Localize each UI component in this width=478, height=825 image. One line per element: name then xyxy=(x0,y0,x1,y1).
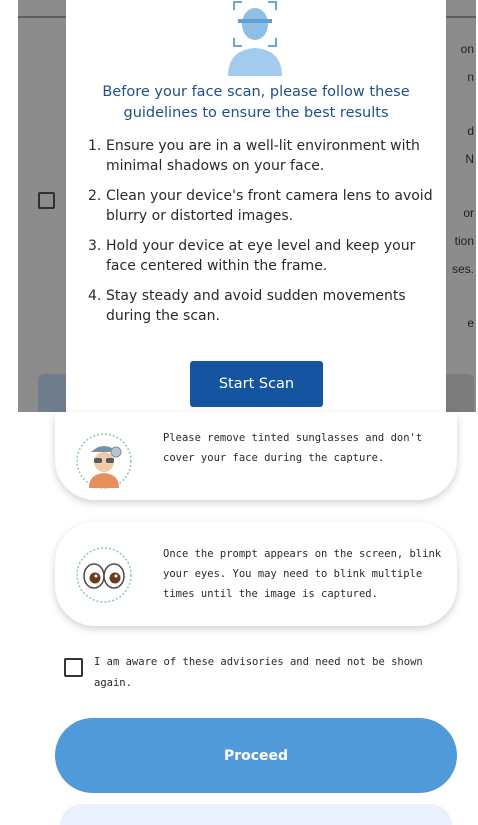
acknowledge-label: I am aware of these advisories and need … xyxy=(94,656,423,689)
background-text-fragment: or xyxy=(463,206,474,220)
guidelines-list: 1. Ensure you are in a well-lit environm… xyxy=(88,136,438,336)
guideline-text: Clean your device's front camera lens to… xyxy=(106,188,433,224)
advisory-text: Once the prompt appears on the screen, b… xyxy=(163,548,442,600)
modal-title: Before your face scan, please follow the… xyxy=(66,82,446,124)
advisory-text: Please remove tinted sunglasses and don'… xyxy=(163,432,423,464)
face-scan-icon xyxy=(228,1,282,76)
background-checkbox xyxy=(38,192,55,209)
background-text-fragment: ses. xyxy=(451,262,474,276)
guideline-number: 3. xyxy=(88,238,102,254)
guideline-item: 4. Stay steady and avoid sudden movement… xyxy=(88,286,438,326)
guideline-item: 3. Hold your device at eye level and kee… xyxy=(88,236,438,276)
guideline-number: 2. xyxy=(88,188,102,204)
dimmed-background: on n d N or tion ses. e Before your face… xyxy=(18,0,476,412)
guideline-text: Ensure you are in a well-lit environment… xyxy=(106,138,420,174)
face-glasses-icon xyxy=(76,433,132,489)
guideline-item: 1. Ensure you are in a well-lit environm… xyxy=(88,136,438,176)
guideline-number: 1. xyxy=(88,138,102,154)
start-scan-button[interactable]: Start Scan xyxy=(190,361,323,407)
blinking-eyes-icon xyxy=(76,547,132,603)
title-line: guidelines to ensure the best results xyxy=(123,105,389,121)
guideline-number: 4. xyxy=(88,288,102,304)
title-line: Before your face scan, please follow the… xyxy=(102,84,410,100)
secondary-button[interactable] xyxy=(60,804,452,825)
background-text-fragment: on xyxy=(460,42,474,56)
background-text-fragment: n xyxy=(467,70,474,84)
background-text-fragment: tion xyxy=(454,234,474,248)
proceed-button[interactable]: Proceed xyxy=(55,718,457,793)
advisory-card-sunglasses: Please remove tinted sunglasses and don'… xyxy=(55,412,457,500)
acknowledge-checkbox[interactable] xyxy=(64,658,83,677)
advisory-card-blink: Once the prompt appears on the screen, b… xyxy=(55,522,457,626)
background-text-fragment: d xyxy=(467,124,474,138)
divider xyxy=(18,16,68,18)
guideline-text: Stay steady and avoid sudden movements d… xyxy=(106,288,406,324)
divider xyxy=(446,16,476,18)
background-button xyxy=(444,374,474,412)
guideline-item: 2. Clean your device's front camera lens… xyxy=(88,186,438,226)
guideline-text: Hold your device at eye level and keep y… xyxy=(106,238,416,274)
background-text-fragment: N xyxy=(465,152,474,166)
guidelines-modal: Before your face scan, please follow the… xyxy=(66,0,446,412)
background-text-fragment: e xyxy=(467,316,474,330)
